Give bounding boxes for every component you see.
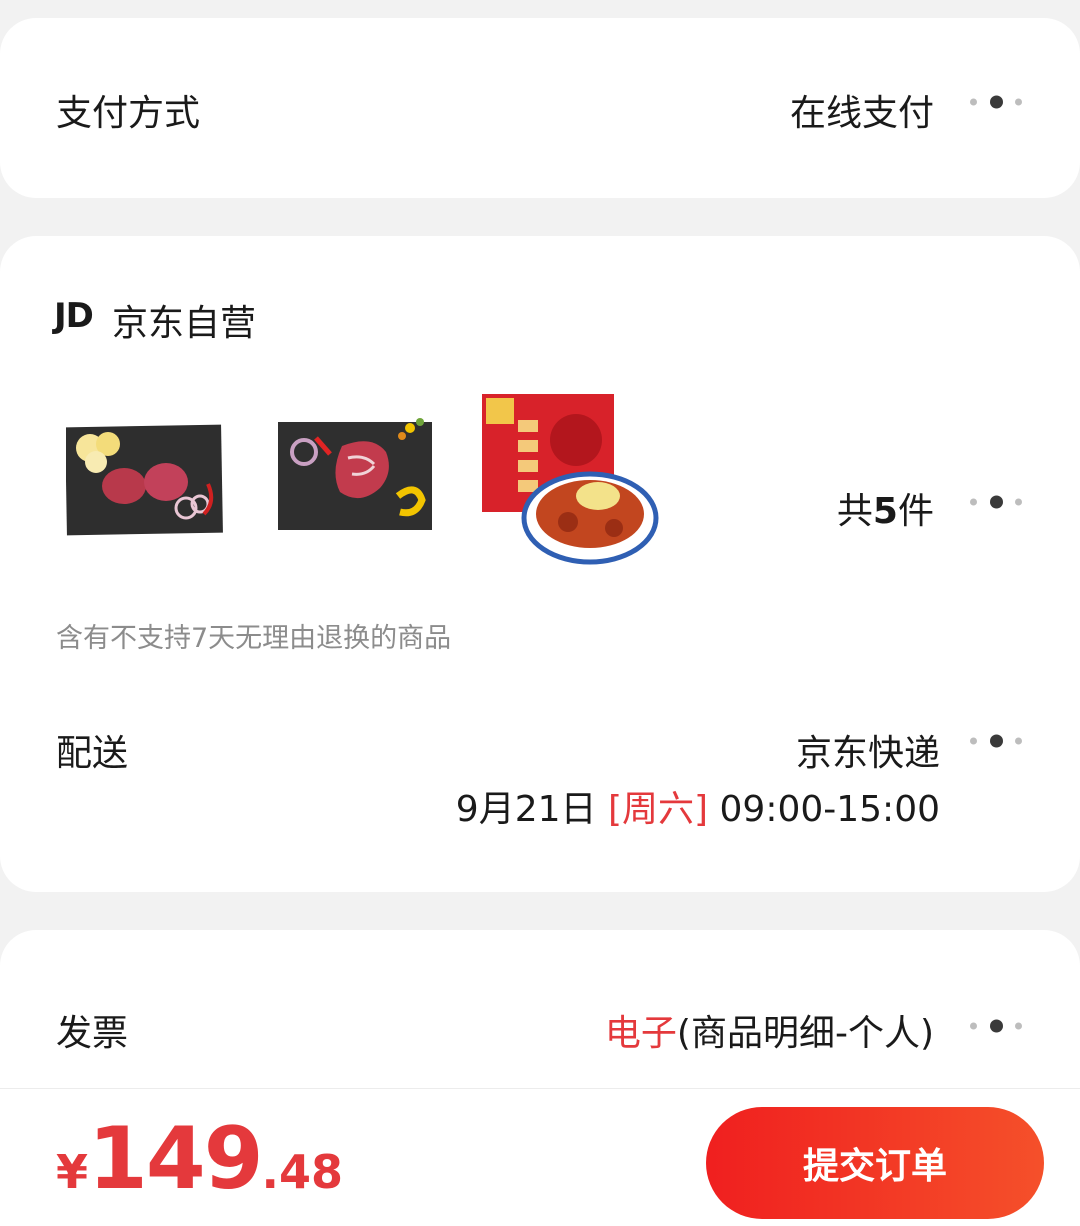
delivery-weekday: [周六] (607, 789, 709, 830)
product-thumb-beef-steak[interactable] (278, 416, 436, 532)
price-decimal: .48 (261, 1145, 344, 1199)
item-count-number: 5 (872, 491, 898, 532)
submit-order-button[interactable]: 提交订单 (706, 1107, 1044, 1219)
price-integer: 149 (88, 1109, 264, 1209)
checkout-bar: ¥149.48 提交订单 (0, 1088, 1080, 1226)
shop-name: 京东自营 (112, 303, 257, 344)
delivery-time: 9月21日 [周六] 09:00-15:00 (456, 780, 940, 832)
more-dots-icon[interactable] (970, 94, 1026, 110)
delivery-label: 配送 (56, 733, 129, 774)
more-dots-icon[interactable] (970, 733, 1026, 749)
payment-value: 在线支付 (789, 93, 934, 134)
more-dots-icon[interactable] (970, 1018, 1026, 1034)
invoice-type: 电子 (604, 1013, 677, 1054)
jd-logo: JD (54, 296, 94, 336)
product-thumb-crayfish-box[interactable] (478, 390, 660, 570)
total-price: ¥149.48 (56, 1109, 343, 1209)
return-policy-notice: 含有不支持7天无理由退换的商品 (56, 623, 452, 654)
invoice-detail: (商品明细-个人) (676, 1013, 934, 1054)
invoice-value: 电子(商品明细-个人) (605, 1004, 934, 1056)
payment-label: 支付方式 (56, 93, 201, 134)
currency-symbol: ¥ (56, 1145, 89, 1199)
delivery-date: 9月21日 (455, 789, 597, 830)
item-count-suffix: 件 (897, 491, 934, 532)
delivery-timeslot: 09:00-15:00 (719, 789, 940, 830)
item-count[interactable]: 共5件 (837, 482, 934, 534)
product-thumb-beef-medallions[interactable] (65, 424, 224, 536)
delivery-carrier[interactable]: 京东快递 (796, 724, 940, 776)
more-dots-icon[interactable] (970, 494, 1026, 510)
payment-card[interactable]: 支付方式 在线支付 (0, 18, 1080, 198)
invoice-label: 发票 (56, 1013, 129, 1054)
item-count-prefix: 共 (836, 491, 873, 532)
